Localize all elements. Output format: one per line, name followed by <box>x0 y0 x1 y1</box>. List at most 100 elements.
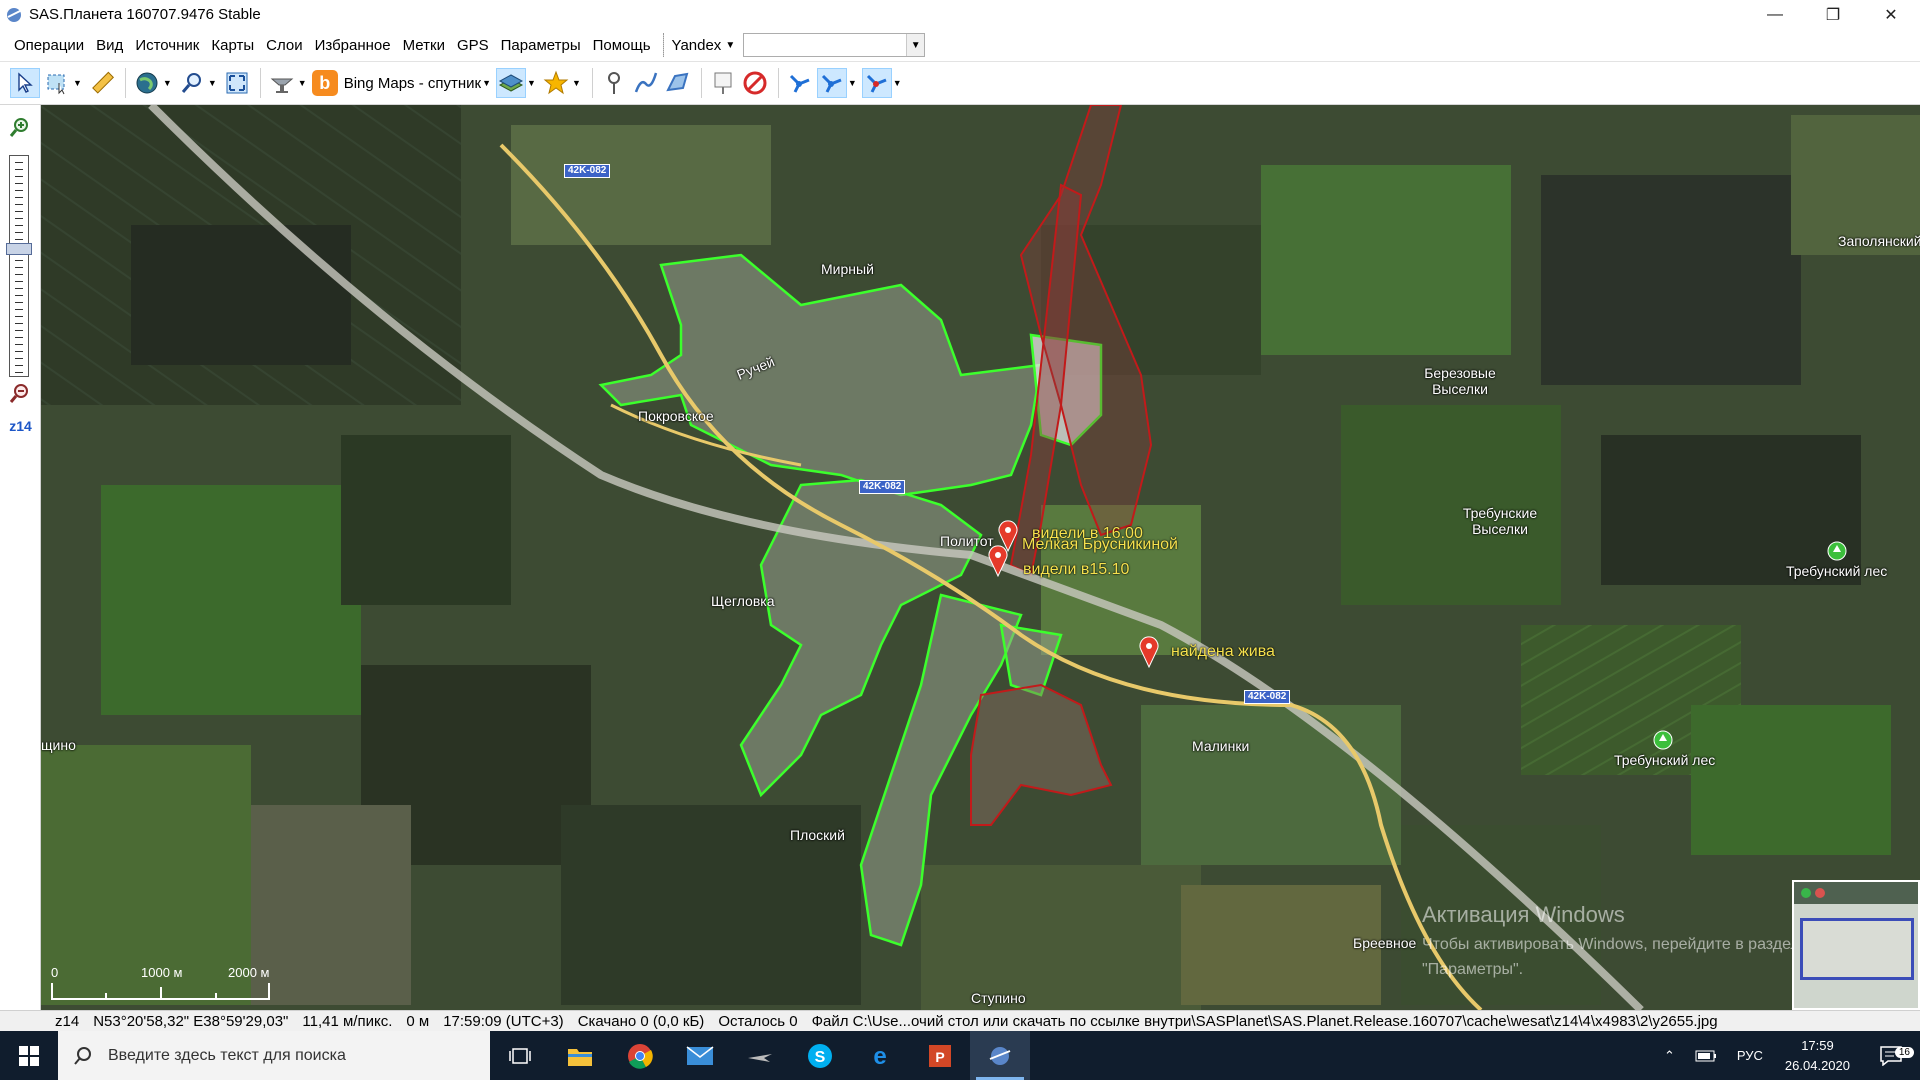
search-dropdown-icon[interactable]: ▼ <box>906 34 925 56</box>
taskbar-clock[interactable]: 17:59 26.04.2020 <box>1773 1036 1862 1076</box>
chevron-down-icon[interactable]: ▼ <box>527 78 536 88</box>
taskbar-skype[interactable]: S <box>790 1031 850 1080</box>
favorites-button[interactable]: ▼ <box>541 66 584 100</box>
menu-operations[interactable]: Операции <box>8 29 90 62</box>
zoom-icon <box>177 68 207 98</box>
marks-list-button[interactable] <box>708 66 738 100</box>
start-button[interactable] <box>0 1031 58 1080</box>
minimap-zoom-out-icon[interactable] <box>1814 887 1826 899</box>
fullscreen-icon <box>222 68 252 98</box>
taskbar-app[interactable] <box>730 1031 790 1080</box>
layers-button[interactable]: ▼ <box>496 66 539 100</box>
fullscreen-button[interactable] <box>222 66 252 100</box>
folder-icon <box>568 1048 592 1066</box>
placemark-icon <box>599 68 629 98</box>
toolbar-separator <box>259 68 261 98</box>
zoom-slider-thumb[interactable] <box>6 243 32 255</box>
svg-text:P: P <box>935 1049 944 1065</box>
placemark-label: Мелкая Брусникиной <box>1022 536 1178 553</box>
close-button[interactable]: ✕ <box>1862 0 1920 29</box>
add-polygon-button[interactable] <box>663 66 693 100</box>
search-provider-selector[interactable]: Yandex ▼ <box>672 32 744 58</box>
place-label: Мирный <box>821 261 874 277</box>
search-input[interactable]: ▼ <box>743 33 926 57</box>
place-label: Бреевное <box>1353 935 1417 951</box>
placemark-pin-icon[interactable] <box>1138 636 1160 668</box>
tray-expand-chevron-icon[interactable]: ⌃ <box>1654 1048 1685 1064</box>
favorites-star-icon <box>541 68 571 98</box>
taskbar-edge[interactable]: e <box>850 1031 910 1080</box>
map-type-selector[interactable]: b Bing Maps - спутник ▼ <box>311 66 494 100</box>
clock-date: 26.04.2020 <box>1784 1057 1850 1073</box>
pointer-tool-button[interactable] <box>10 66 40 100</box>
chevron-down-icon[interactable]: ▼ <box>893 78 902 88</box>
scale-ruler <box>51 983 270 1000</box>
window-title: SAS.Планета 160707.9476 Stable <box>29 6 261 23</box>
task-view-button[interactable] <box>490 1031 550 1080</box>
menu-help[interactable]: Помощь <box>587 29 657 62</box>
menu-layers[interactable]: Слои <box>260 29 308 62</box>
minimap-zoom-in-icon[interactable] <box>1800 887 1812 899</box>
minimap[interactable] <box>1792 880 1920 1010</box>
chevron-down-icon[interactable]: ▼ <box>73 78 82 88</box>
place-label: Березовые Выселки <box>1424 365 1496 397</box>
place-label: Заполянский <box>1838 233 1920 249</box>
taskbar-file-explorer[interactable] <box>550 1031 610 1080</box>
windows-taskbar: Введите здесь текст для поиска S e P ⌃ Р… <box>0 1031 1920 1080</box>
minimize-button[interactable]: — <box>1746 0 1804 29</box>
taskbar-powerpoint[interactable]: P <box>910 1031 970 1080</box>
gps-track-button[interactable]: ▼ <box>816 66 860 100</box>
battery-icon[interactable] <box>1685 1049 1727 1063</box>
globe-button[interactable]: ▼ <box>132 66 175 100</box>
toolbar-separator <box>124 68 126 98</box>
forest-poi-icon[interactable] <box>1827 541 1847 561</box>
mail-icon <box>686 1045 714 1065</box>
menu-favorites[interactable]: Избранное <box>309 29 397 62</box>
menu-settings[interactable]: Параметры <box>495 29 587 62</box>
ruler-button[interactable] <box>87 66 117 100</box>
task-view-icon <box>509 1047 531 1064</box>
delete-marks-button[interactable] <box>740 66 770 100</box>
zoom-button[interactable]: ▼ <box>177 66 220 100</box>
zoom-out-button[interactable] <box>8 381 32 405</box>
zoom-in-button[interactable] <box>8 115 32 139</box>
menu-maps[interactable]: Карты <box>205 29 260 62</box>
zoom-slider[interactable] <box>9 155 29 377</box>
skype-icon: S <box>808 1043 832 1068</box>
placemark-label: видели в15.10 <box>1023 561 1130 578</box>
chevron-down-icon[interactable]: ▼ <box>298 78 307 88</box>
delete-marks-icon <box>740 68 770 98</box>
map-view[interactable]: 42K-082 42K-082 42K-082 Мирный Ручей Пок… <box>41 105 1920 1010</box>
status-zoom: z14 <box>55 1012 80 1030</box>
taskbar-sas-planet[interactable] <box>970 1031 1030 1080</box>
activation-watermark-line: Чтобы активировать Windows, перейдите в … <box>1422 936 1800 953</box>
menu-source[interactable]: Источник <box>129 29 205 62</box>
place-label: Требунские Выселки <box>1462 505 1538 537</box>
gps-button[interactable] <box>785 66 815 100</box>
add-placemark-button[interactable] <box>599 66 629 100</box>
chevron-down-icon[interactable]: ▼ <box>848 78 857 88</box>
taskbar-mail[interactable] <box>670 1031 730 1080</box>
menu-gps[interactable]: GPS <box>451 29 495 62</box>
menu-marks[interactable]: Метки <box>397 29 451 62</box>
add-path-button[interactable] <box>631 66 661 100</box>
gps-follow-button[interactable]: ▼ <box>861 66 905 100</box>
forest-poi-icon[interactable] <box>1653 730 1673 750</box>
zoom-level-label: z14 <box>9 418 32 434</box>
maximize-button[interactable]: ❐ <box>1804 0 1862 29</box>
menu-view[interactable]: Вид <box>90 29 129 62</box>
select-area-button[interactable]: ▼ <box>42 66 85 100</box>
taskbar-search-box[interactable]: Введите здесь текст для поиска <box>58 1031 490 1080</box>
chevron-down-icon[interactable]: ▼ <box>163 78 172 88</box>
chevron-down-icon[interactable]: ▼ <box>208 78 217 88</box>
placemark-pin-icon[interactable] <box>987 545 1009 577</box>
chevron-down-icon[interactable]: ▼ <box>572 78 581 88</box>
place-label: Покровское <box>638 408 714 424</box>
satellite-button[interactable]: ▼ <box>267 66 310 100</box>
language-indicator[interactable]: РУС <box>1727 1048 1773 1063</box>
taskbar-chrome[interactable] <box>610 1031 670 1080</box>
notification-center-button[interactable]: 16 <box>1862 1045 1920 1066</box>
ruler-icon <box>87 68 117 98</box>
minimap-viewport[interactable] <box>1800 918 1914 980</box>
toolbar-separator <box>700 68 702 98</box>
